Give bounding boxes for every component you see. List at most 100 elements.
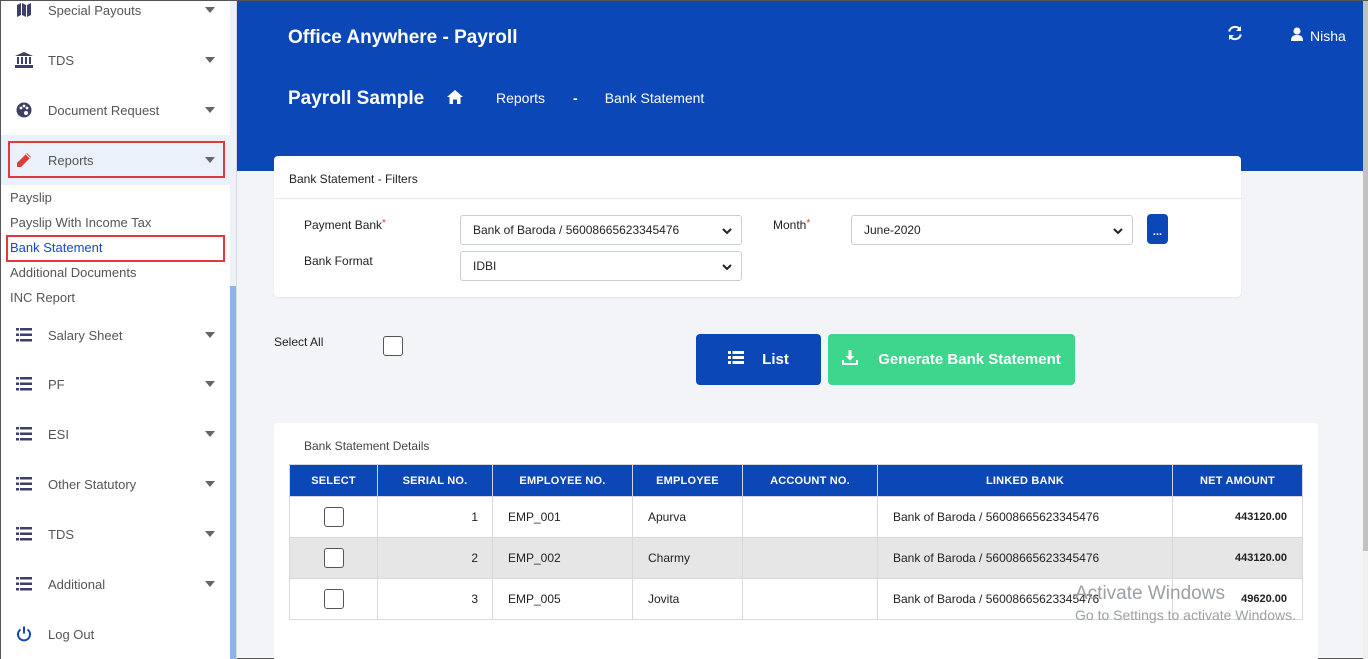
generate-button-label: Generate Bank Statement	[878, 351, 1061, 368]
list-icon	[15, 475, 33, 493]
account-no-cell	[742, 578, 878, 620]
details-card-title: Bank Statement Details	[304, 439, 430, 453]
sidebar-item-document-request[interactable]: Document Request	[1, 85, 231, 135]
select-all-checkbox[interactable]	[383, 336, 403, 356]
column-header-employee[interactable]: EMPLOYEE	[632, 464, 743, 497]
employee-no-cell: EMP_005	[492, 578, 633, 620]
activate-windows-watermark: Activate Windows Go to Settings to activ…	[1075, 583, 1296, 623]
sidebar-item-label: ESI	[48, 426, 69, 442]
breadcrumb: Reports - Bank Statement	[447, 90, 704, 106]
column-header-serial[interactable]: SERIAL NO.	[377, 464, 493, 497]
table-row: 1 EMP_001 Apurva Bank of Baroda / 560086…	[289, 496, 1303, 538]
sub-item-additional-documents[interactable]: Additional Documents	[10, 265, 136, 280]
table-header-row: SELECT SERIAL NO. EMPLOYEE NO. EMPLOYEE …	[289, 464, 1303, 497]
linked-bank-cell: Bank of Baroda / 56008665623345476	[877, 537, 1173, 579]
linked-bank-cell: Bank of Baroda / 56008665623345476	[877, 496, 1173, 538]
page-scrollbar[interactable]	[1363, 1, 1368, 659]
top-header: Office Anywhere - Payroll Nisha Payroll …	[237, 1, 1363, 171]
bank-icon	[15, 51, 33, 69]
app-title: Office Anywhere - Payroll	[288, 27, 518, 48]
month-label-text: Month	[773, 218, 807, 232]
chevron-down-icon	[205, 581, 215, 587]
sidebar-item-label: TDS	[48, 526, 74, 542]
sidebar-item-log-out[interactable]: Log Out	[1, 609, 231, 659]
bank-statement-highlight-box	[6, 235, 225, 262]
required-asterisk: *	[806, 218, 811, 229]
user-name: Nisha	[1310, 27, 1346, 44]
row-select-cell	[289, 578, 378, 620]
breadcrumb-reports-link[interactable]: Reports	[496, 90, 545, 106]
breadcrumb-separator: -	[573, 90, 578, 106]
net-amount-cell: 443120.00	[1172, 496, 1303, 538]
watermark-line-2: Go to Settings to activate Windows.	[1075, 607, 1296, 623]
breadcrumb-current: Bank Statement	[604, 90, 705, 106]
sidebar-item-label: Special Payouts	[48, 2, 142, 18]
employee-cell: Apurva	[632, 496, 743, 538]
serial-cell: 3	[377, 578, 493, 620]
month-select[interactable]: June-2020	[851, 215, 1133, 245]
chevron-down-icon	[721, 225, 733, 237]
month-value: June-2020	[864, 223, 921, 237]
column-header-net-amount[interactable]: NET AMOUNT	[1172, 464, 1303, 497]
filters-card-title: Bank Statement - Filters	[289, 172, 418, 186]
employee-no-cell: EMP_001	[492, 496, 633, 538]
account-no-cell	[742, 496, 878, 538]
bank-format-select[interactable]: IDBI	[460, 251, 742, 281]
required-asterisk: *	[382, 218, 386, 229]
sidebar-item-additional[interactable]: Additional	[1, 559, 231, 609]
sidebar-item-esi[interactable]: ESI	[1, 409, 231, 459]
generate-bank-statement-button[interactable]: Generate Bank Statement	[828, 334, 1075, 385]
row-checkbox[interactable]	[323, 548, 344, 568]
sidebar: Special Payouts TDS Document Request Rep…	[1, 1, 237, 659]
list-button[interactable]: List	[696, 334, 821, 385]
chevron-down-icon	[205, 431, 215, 437]
employee-cell: Jovita	[632, 578, 743, 620]
column-header-select[interactable]: SELECT	[289, 464, 378, 497]
home-icon[interactable]	[447, 90, 463, 106]
sub-item-payslip[interactable]: Payslip	[10, 190, 52, 205]
serial-cell: 2	[377, 537, 493, 579]
list-icon	[15, 425, 33, 443]
sub-item-payslip-income-tax[interactable]: Payslip With Income Tax	[10, 215, 151, 230]
chevron-down-icon	[205, 107, 215, 113]
sidebar-item-label: Additional	[48, 576, 106, 592]
sidebar-item-label: Log Out	[48, 626, 95, 642]
row-select-cell	[289, 496, 378, 538]
select-all-label: Select All	[274, 335, 324, 349]
refresh-icon[interactable]	[1227, 25, 1245, 43]
column-header-linked-bank[interactable]: LINKED BANK	[877, 464, 1173, 497]
sidebar-item-tds[interactable]: TDS	[1, 35, 231, 85]
sidebar-item-salary-sheet[interactable]: Salary Sheet	[1, 310, 231, 360]
sidebar-item-pf[interactable]: PF	[1, 359, 231, 409]
sidebar-item-label: Salary Sheet	[48, 327, 123, 343]
list-button-label: List	[762, 351, 789, 368]
employee-cell: Charmy	[632, 537, 743, 579]
sub-item-inc-report[interactable]: INC Report	[10, 290, 75, 305]
serial-cell: 1	[377, 496, 493, 538]
sidebar-item-special-payouts[interactable]: Special Payouts	[1, 1, 231, 35]
column-header-account-no[interactable]: ACCOUNT NO.	[742, 464, 878, 497]
page-scrollbar-thumb[interactable]	[1363, 1, 1368, 551]
reports-highlight-box	[8, 141, 225, 178]
list-icon	[15, 326, 33, 344]
power-icon	[15, 625, 33, 643]
chevron-down-icon	[205, 332, 215, 338]
sidebar-item-other-statutory[interactable]: Other Statutory	[1, 459, 231, 509]
column-header-employee-no[interactable]: EMPLOYEE NO.	[492, 464, 633, 497]
list-icon	[728, 351, 745, 368]
details-card: Bank Statement Details SELECT SERIAL NO.…	[274, 423, 1318, 659]
page-title: Payroll Sample	[288, 88, 425, 109]
row-checkbox[interactable]	[323, 507, 344, 527]
palette-icon	[15, 101, 33, 119]
sidebar-item-tds-2[interactable]: TDS	[1, 509, 231, 559]
account-no-cell	[742, 537, 878, 579]
list-icon	[15, 375, 33, 393]
chevron-down-icon	[205, 381, 215, 387]
payment-bank-select[interactable]: Bank of Baroda / 56008665623345476	[460, 215, 742, 245]
sidebar-item-label: TDS	[48, 52, 74, 68]
row-checkbox[interactable]	[323, 589, 344, 609]
table-row: 2 EMP_002 Charmy Bank of Baroda / 560086…	[289, 537, 1303, 579]
user-menu[interactable]: Nisha	[1291, 27, 1346, 44]
more-options-button[interactable]: ...	[1147, 214, 1168, 244]
month-label: Month*	[773, 218, 810, 232]
